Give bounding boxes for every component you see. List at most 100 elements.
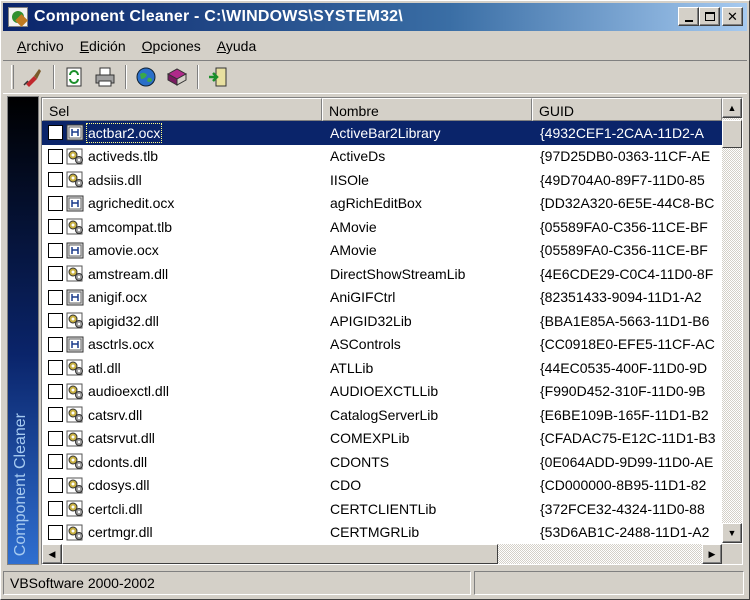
toolbar-grip[interactable]	[11, 65, 14, 89]
gear-file-icon	[66, 171, 83, 188]
table-row[interactable]: amovie.ocx AMovie {05589FA0-C356-11CE-BF	[42, 239, 722, 263]
scroll-up-button[interactable]: ▲	[722, 98, 742, 118]
column-header-nombre[interactable]: Nombre	[322, 98, 532, 121]
menu-ayuda[interactable]: Ayuda	[209, 36, 264, 56]
row-checkbox[interactable]	[48, 148, 63, 164]
exit-button[interactable]	[205, 64, 231, 90]
refresh-icon	[66, 67, 82, 87]
row-checkbox[interactable]	[48, 360, 63, 376]
row-checkbox[interactable]	[48, 477, 63, 493]
status-text: VBSoftware 2000-2002	[3, 571, 471, 595]
row-checkbox[interactable]	[48, 336, 63, 352]
status-bar: VBSoftware 2000-2002	[3, 571, 747, 597]
file-name: activeds.tlb	[88, 148, 159, 165]
table-row[interactable]: asctrls.ocx ASControls {CC0918E0-EFE5-11CF…	[42, 333, 722, 357]
component-name: IISOle	[330, 171, 369, 188]
table-row[interactable]: actbar2.ocx ActiveBar2Library {4932CEF1-2C…	[42, 121, 722, 145]
component-guid: {44EC0535-400F-11D0-9D	[540, 359, 708, 376]
row-selector-cell: atl.dll	[42, 356, 322, 380]
row-selector-cell: catsrv.dll	[42, 403, 322, 427]
row-checkbox[interactable]	[48, 125, 63, 141]
app-icon[interactable]	[8, 7, 28, 27]
row-checkbox[interactable]	[48, 454, 63, 470]
row-checkbox[interactable]	[48, 242, 63, 258]
row-checkbox[interactable]	[48, 195, 63, 211]
menu-archivo[interactable]: Archivo	[9, 36, 72, 56]
minimize-icon	[684, 19, 693, 22]
toolbar-separator	[197, 65, 199, 89]
print-button[interactable]	[92, 64, 118, 90]
component-guid: {F990D452-310F-11D0-9B	[540, 383, 706, 400]
table-row[interactable]: activeds.tlb ActiveDs {97D25DB0-0363-11CF-…	[42, 145, 722, 169]
row-checkbox[interactable]	[48, 313, 63, 329]
row-checkbox[interactable]	[48, 172, 63, 188]
scroll-left-button[interactable]: ◀	[42, 544, 62, 564]
row-checkbox[interactable]	[48, 266, 63, 282]
horizontal-scrollbar[interactable]: ◀ ▶	[42, 544, 722, 564]
menu-opciones[interactable]: Opciones	[134, 36, 209, 56]
horizontal-scroll-thumb[interactable]	[62, 544, 498, 564]
row-checkbox[interactable]	[48, 430, 63, 446]
file-name: audioexctl.dll	[88, 383, 169, 400]
table-row[interactable]: agrichedit.ocx agRichEditBox {DD32A320-6E5…	[42, 192, 722, 216]
component-name: ATLLib	[330, 359, 374, 376]
table-row[interactable]: certmgr.dll CERTMGRLib {53D6AB1C-2488-11D1…	[42, 521, 722, 544]
component-name: agRichEditBox	[330, 195, 422, 212]
menu-edicion[interactable]: Edición	[72, 36, 134, 56]
toolbar-separator	[53, 65, 55, 89]
vertical-scroll-thumb[interactable]	[722, 120, 742, 148]
vertical-scrollbar[interactable]: ▲ ▼	[722, 98, 742, 543]
clean-brush-icon	[23, 69, 41, 87]
table-row[interactable]: audioexctl.dll AUDIOEXCTLLib {F990D452-310…	[42, 380, 722, 404]
table-row[interactable]: certcli.dll CERTCLIENTLib {372FCE32-4324-1…	[42, 497, 722, 521]
scroll-down-button[interactable]: ▼	[722, 523, 742, 543]
row-selector-cell: agrichedit.ocx	[42, 192, 322, 216]
row-selector-cell: anigif.ocx	[42, 286, 322, 310]
component-grid[interactable]: Sel Nombre GUID actbar2.ocx ActiveBar2Lib…	[41, 97, 743, 565]
row-checkbox[interactable]	[48, 289, 63, 305]
row-checkbox[interactable]	[48, 501, 63, 517]
minimize-button[interactable]	[678, 7, 699, 26]
gear-file-icon	[66, 218, 83, 235]
table-row[interactable]: amstream.dll DirectShowStreamLib {4E6CDE29…	[42, 262, 722, 286]
table-row[interactable]: catsrvut.dll COMEXPLib {CFADAC75-E12C-11D1…	[42, 427, 722, 451]
scroll-right-button[interactable]: ▶	[702, 544, 722, 564]
file-name: asctrls.ocx	[88, 336, 155, 353]
web-button[interactable]	[133, 64, 159, 90]
scroll-corner	[722, 544, 742, 564]
component-name: CDONTS	[330, 453, 390, 470]
table-row[interactable]: anigif.ocx AniGIFCtrl {82351433-9094-11D1-…	[42, 286, 722, 310]
table-row[interactable]: amcompat.tlb AMovie {05589FA0-C356-11CE-BF	[42, 215, 722, 239]
row-checkbox[interactable]	[48, 219, 63, 235]
maximize-button[interactable]	[699, 7, 720, 26]
column-header-guid[interactable]: GUID	[532, 98, 722, 121]
file-name: atl.dll	[88, 359, 121, 376]
column-header-sel[interactable]: Sel	[42, 98, 322, 121]
table-row[interactable]: apigid32.dll APIGID32Lib {BBA1E85A-5663-11…	[42, 309, 722, 333]
table-row[interactable]: catsrv.dll CatalogServerLib {E6BE109B-165F…	[42, 403, 722, 427]
row-selector-cell: cdosys.dll	[42, 474, 322, 498]
component-name: AMovie	[330, 242, 377, 259]
row-checkbox[interactable]	[48, 407, 63, 423]
table-row[interactable]: cdosys.dll CDO {CD000000-8B95-11D1-82	[42, 474, 722, 498]
help-button[interactable]	[164, 64, 190, 90]
file-name: amcompat.tlb	[88, 218, 173, 235]
component-guid: {E6BE109B-165F-11D1-B2	[540, 406, 709, 423]
gear-file-icon	[66, 430, 83, 447]
close-button[interactable]: ✕	[722, 7, 743, 26]
table-row[interactable]: cdonts.dll CDONTS {0E064ADD-9D99-11D0-AE	[42, 450, 722, 474]
maximize-icon	[704, 12, 715, 21]
table-row[interactable]: adsiis.dll IISOle {49D704A0-89F7-11D0-85	[42, 168, 722, 192]
component-guid: {53D6AB1C-2488-11D1-A2	[540, 524, 710, 541]
row-selector-cell: asctrls.ocx	[42, 333, 322, 357]
row-checkbox[interactable]	[48, 524, 63, 540]
refresh-button[interactable]	[61, 64, 87, 90]
table-row[interactable]: atl.dll ATLLib {44EC0535-400F-11D0-9D	[42, 356, 722, 380]
title-bar[interactable]: Component Cleaner - C:\WINDOWS\SYSTEM32\…	[3, 3, 747, 31]
gear-file-icon	[66, 383, 83, 400]
clean-button[interactable]	[20, 64, 46, 90]
exit-door-icon	[209, 67, 227, 87]
web-globe-icon	[136, 67, 156, 87]
row-checkbox[interactable]	[48, 383, 63, 399]
file-name: certmgr.dll	[88, 524, 153, 541]
